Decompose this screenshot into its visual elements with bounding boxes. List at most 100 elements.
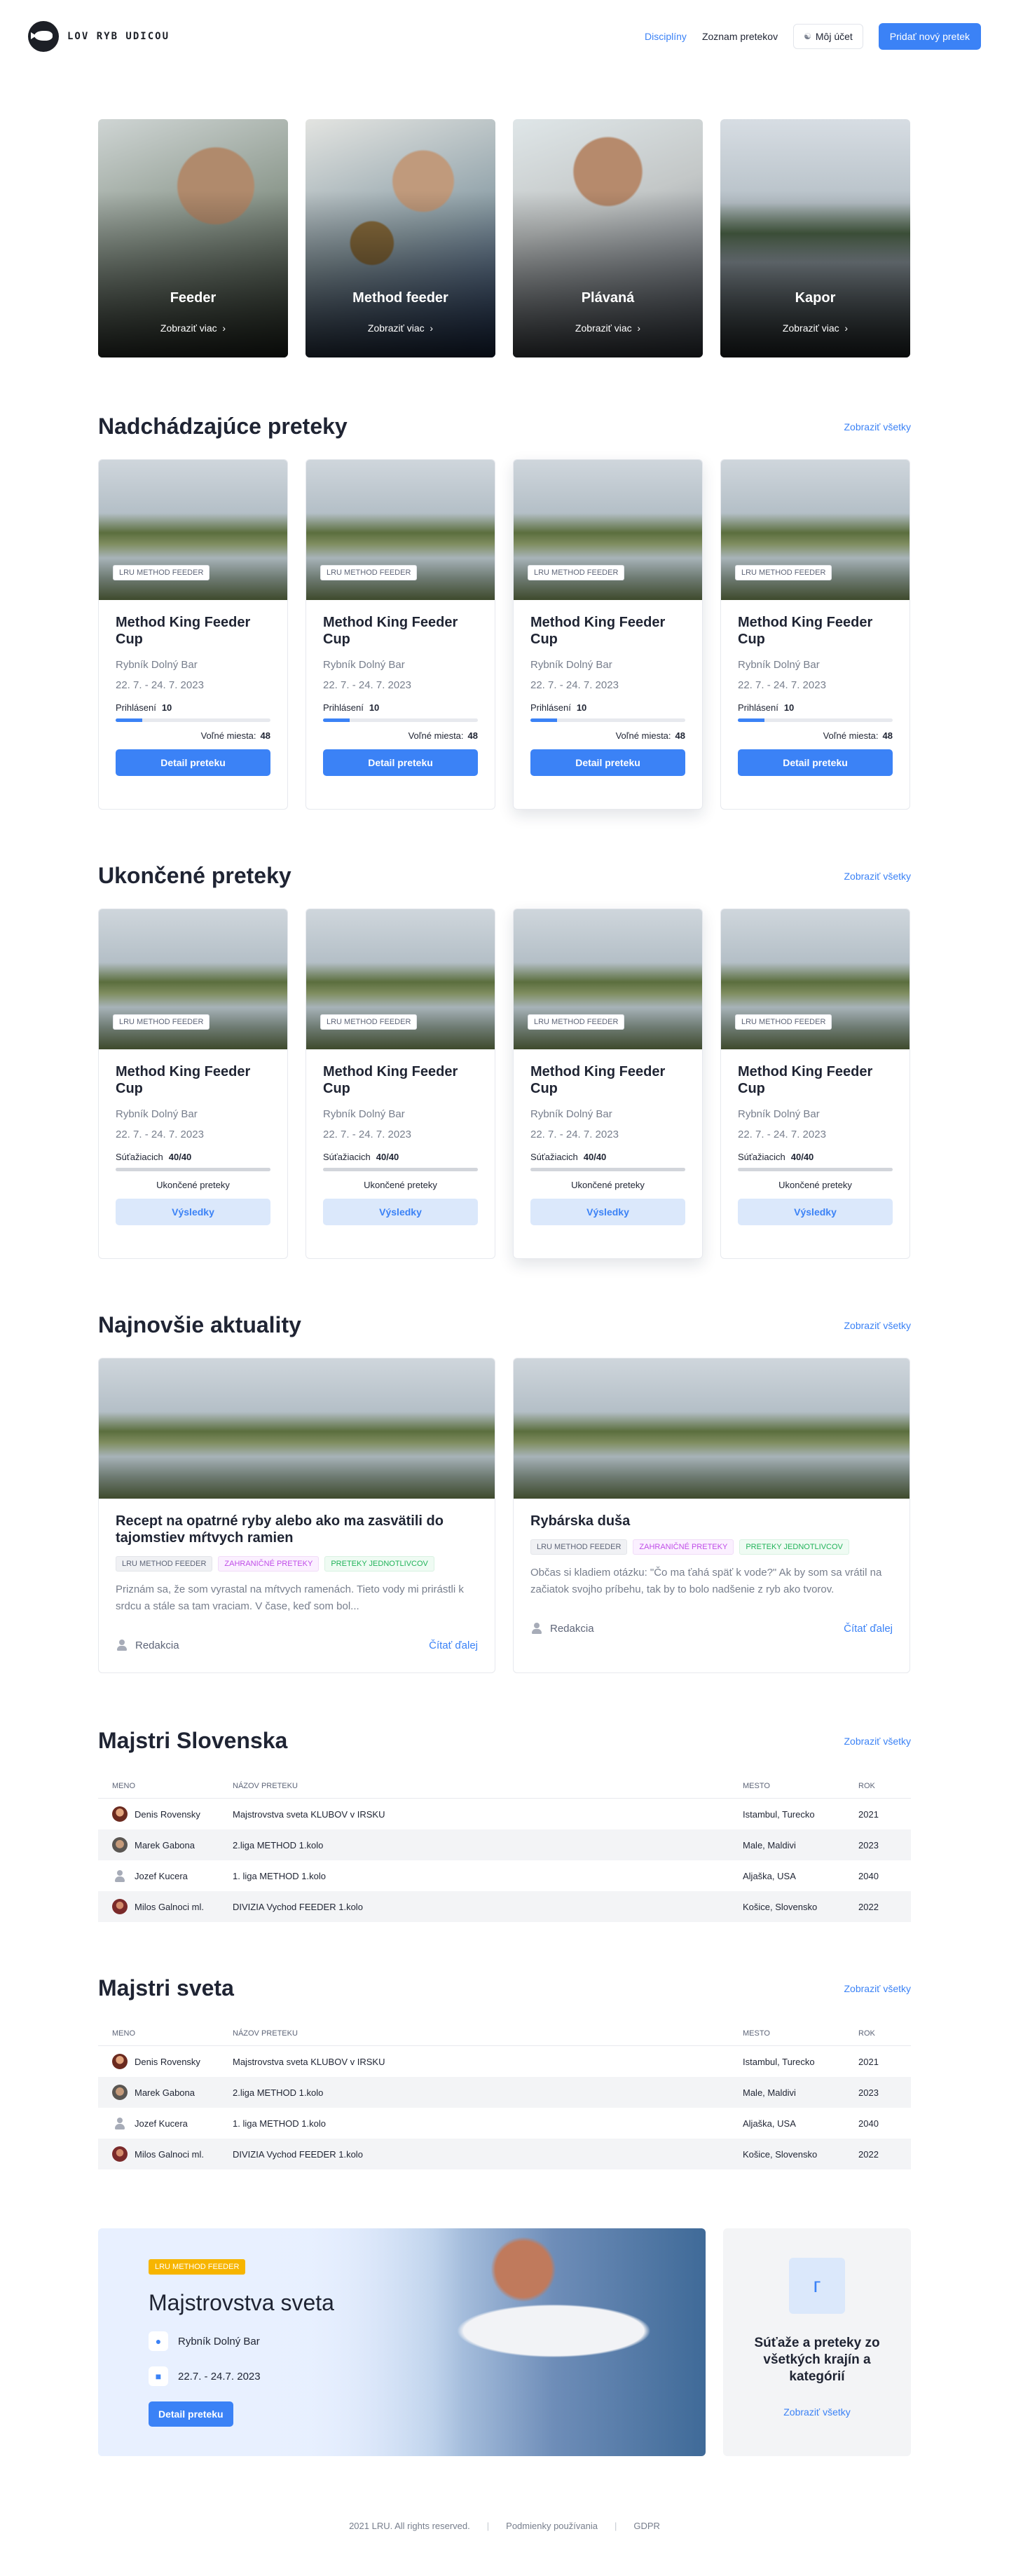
read-more-link[interactable]: Čítať ďalej bbox=[844, 1623, 893, 1635]
main-content: Feeder Zobraziť viac › Method feeder Zob… bbox=[98, 119, 911, 2456]
discipline-card-plavana[interactable]: Plávaná Zobraziť viac › bbox=[513, 119, 703, 357]
avatar bbox=[112, 1837, 128, 1853]
free-spots-label: Voľné miesta: bbox=[615, 730, 671, 741]
discipline-card-feeder[interactable]: Feeder Zobraziť viac › bbox=[98, 119, 288, 357]
registration-count: Prihlásení 10 bbox=[116, 702, 270, 713]
featured-race-banner: LRU METHOD FEEDER Majstrovstva sveta ● R… bbox=[98, 2228, 706, 2456]
news-image bbox=[514, 1358, 910, 1499]
add-race-button[interactable]: Pridať nový pretek bbox=[878, 23, 981, 50]
see-all-link[interactable]: Zobraziť všetky bbox=[844, 1320, 912, 1331]
avatar bbox=[112, 1868, 128, 1883]
registration-progress-bar bbox=[530, 1168, 685, 1171]
featured-race-detail-button[interactable]: Detail preteku bbox=[149, 2401, 233, 2427]
registration-label: Súťažiacich bbox=[738, 1152, 785, 1162]
logo[interactable]: LOV RYB UDICOU bbox=[28, 21, 170, 52]
table-row[interactable]: Milos Galnoci ml. DIVIZIA Vychod FEEDER 1… bbox=[98, 2139, 911, 2169]
news-image bbox=[99, 1358, 495, 1499]
masters-table: MENO NÁZOV PRETEKU MESTO ROK Denis Rovensky M… bbox=[98, 2021, 911, 2169]
race-place: Rybník Dolný Bar bbox=[116, 1108, 198, 1120]
race-detail-button[interactable]: Detail preteku bbox=[323, 749, 478, 776]
gdpr-link[interactable]: GDPR bbox=[633, 2521, 660, 2531]
all-competitions-link[interactable]: Zobraziť všetky bbox=[723, 2406, 911, 2418]
discipline-card-kapor[interactable]: Kapor Zobraziť viac › bbox=[720, 119, 910, 357]
results-button[interactable]: Výsledky bbox=[530, 1199, 685, 1225]
race-card-body: Method King Feeder Cup Rybník Dolný Bar 22… bbox=[99, 600, 287, 790]
registration-count: Súťažiacich 40/40 bbox=[530, 1152, 685, 1162]
chevron-right-icon: › bbox=[219, 322, 226, 334]
all-competitions-text: Súťaže a preteky zo všetkých krajín a ka… bbox=[754, 2336, 880, 2384]
results-button[interactable]: Výsledky bbox=[116, 1199, 270, 1225]
table-row[interactable]: Milos Galnoci ml. DIVIZIA Vychod FEEDER 1… bbox=[98, 1891, 911, 1922]
promo-row: LRU METHOD FEEDER Majstrovstva sveta ● R… bbox=[98, 2228, 911, 2456]
copyright: 2021 LRU. All rights reserved. bbox=[349, 2521, 470, 2531]
race-name-cell: 1. liga METHOD 1.kolo bbox=[233, 1870, 326, 1881]
news-title[interactable]: Rybárska duša bbox=[530, 1513, 893, 1529]
race-card-body: Method King Feeder Cup Rybník Dolný Bar 22… bbox=[514, 600, 702, 790]
race-name-cell: 1. liga METHOD 1.kolo bbox=[233, 2118, 326, 2129]
race-detail-button[interactable]: Detail preteku bbox=[530, 749, 685, 776]
my-account-label: Môj účet bbox=[815, 31, 853, 42]
table-row[interactable]: Marek Gabona 2.liga METHOD 1.kolo Male, Ma… bbox=[98, 2077, 911, 2108]
registration-value: 10 bbox=[161, 702, 172, 713]
see-all-link[interactable]: Zobraziť všetky bbox=[844, 1736, 912, 1747]
name-cell: Milos Galnoci ml. bbox=[98, 1899, 233, 1914]
race-image: LRU METHOD FEEDER bbox=[721, 460, 910, 600]
news-author: Redakcia bbox=[116, 1639, 179, 1651]
person-name: Jozef Kucera bbox=[135, 1870, 188, 1881]
section-title: Majstri sveta bbox=[98, 1975, 234, 2001]
news-tag: PRETEKY JEDNOTLIVCOV bbox=[324, 1556, 434, 1572]
nav-disciplines[interactable]: Disciplíny bbox=[645, 31, 687, 42]
year-cell: 2040 bbox=[858, 2118, 879, 2129]
city-cell: Male, Maldivi bbox=[743, 1839, 796, 1851]
registration-label: Prihlásení bbox=[116, 702, 156, 713]
race-tag: LRU METHOD FEEDER bbox=[528, 1014, 625, 1030]
footer-divider: | bbox=[486, 2521, 490, 2531]
table-row[interactable]: Jozef Kucera 1. liga METHOD 1.kolo Aljaška… bbox=[98, 1860, 911, 1891]
featured-race-date: ■ 22.7. - 24.7. 2023 bbox=[149, 2366, 334, 2386]
table-row[interactable]: Denis Rovensky Majstrovstva sveta KLUBOV … bbox=[98, 2046, 911, 2077]
avatar bbox=[112, 2115, 128, 2131]
table-row[interactable]: Jozef Kucera 1. liga METHOD 1.kolo Aljaška… bbox=[98, 2108, 911, 2139]
registration-label: Súťažiacich bbox=[116, 1152, 163, 1162]
free-spots-value: 48 bbox=[260, 730, 270, 741]
registration-label: Prihlásení bbox=[323, 702, 364, 713]
my-account-button[interactable]: ☯ Môj účet bbox=[793, 24, 863, 49]
table-row[interactable]: Denis Rovensky Majstrovstva sveta KLUBOV … bbox=[98, 1799, 911, 1829]
news-title[interactable]: Recept na opatrné ryby alebo ako ma zasv… bbox=[116, 1513, 478, 1546]
discipline-more-link[interactable]: Zobraziť viac › bbox=[98, 322, 288, 334]
race-detail-button[interactable]: Detail preteku bbox=[738, 749, 893, 776]
race-title: Method King Feeder Cup bbox=[738, 615, 873, 647]
nav-race-list[interactable]: Zoznam pretekov bbox=[702, 31, 778, 42]
discipline-more-link[interactable]: Zobraziť viac › bbox=[720, 322, 910, 334]
race-title: Method King Feeder Cup bbox=[530, 615, 666, 647]
discipline-more-link[interactable]: Zobraziť viac › bbox=[513, 322, 703, 334]
race-detail-button[interactable]: Detail preteku bbox=[116, 749, 270, 776]
name-cell: Milos Galnoci ml. bbox=[98, 2146, 233, 2162]
terms-link[interactable]: Podmienky používania bbox=[506, 2521, 598, 2531]
table-row[interactable]: Marek Gabona 2.liga METHOD 1.kolo Male, Ma… bbox=[98, 1829, 911, 1860]
see-all-link[interactable]: Zobraziť všetky bbox=[844, 1983, 912, 1994]
discipline-card-method-feeder[interactable]: Method feeder Zobraziť viac › bbox=[306, 119, 495, 357]
race-tag: LRU METHOD FEEDER bbox=[113, 1014, 210, 1030]
race-date: 22. 7. - 24. 7. 2023 bbox=[738, 679, 826, 691]
registration-progress-bar bbox=[116, 718, 270, 722]
see-all-link[interactable]: Zobraziť všetky bbox=[844, 421, 912, 432]
results-button[interactable]: Výsledky bbox=[323, 1199, 478, 1225]
race-card: LRU METHOD FEEDER Method King Feeder Cup R… bbox=[306, 908, 495, 1259]
finished-cards: LRU METHOD FEEDER Method King Feeder Cup R… bbox=[98, 908, 911, 1259]
news-tag: PRETEKY JEDNOTLIVCOV bbox=[739, 1539, 849, 1555]
results-button[interactable]: Výsledky bbox=[738, 1199, 893, 1225]
see-all-link[interactable]: Zobraziť všetky bbox=[844, 871, 912, 882]
avatar bbox=[112, 1806, 128, 1822]
news-cards: Recept na opatrné ryby alebo ako ma zasv… bbox=[98, 1358, 911, 1673]
user-icon: ☯ bbox=[804, 32, 811, 41]
race-card-body: Method King Feeder Cup Rybník Dolný Bar 22… bbox=[99, 1049, 287, 1239]
disciplines-grid: Feeder Zobraziť viac › Method feeder Zob… bbox=[98, 119, 911, 357]
discipline-more-link[interactable]: Zobraziť viac › bbox=[306, 322, 495, 334]
registration-progress-bar bbox=[323, 1168, 478, 1171]
read-more-link[interactable]: Čítať ďalej bbox=[429, 1640, 478, 1651]
author-name: Redakcia bbox=[135, 1639, 179, 1651]
race-tag: LRU METHOD FEEDER bbox=[149, 2259, 246, 2275]
race-card-body: Method King Feeder Cup Rybník Dolný Bar 22… bbox=[721, 1049, 910, 1239]
avatar bbox=[112, 1899, 128, 1914]
